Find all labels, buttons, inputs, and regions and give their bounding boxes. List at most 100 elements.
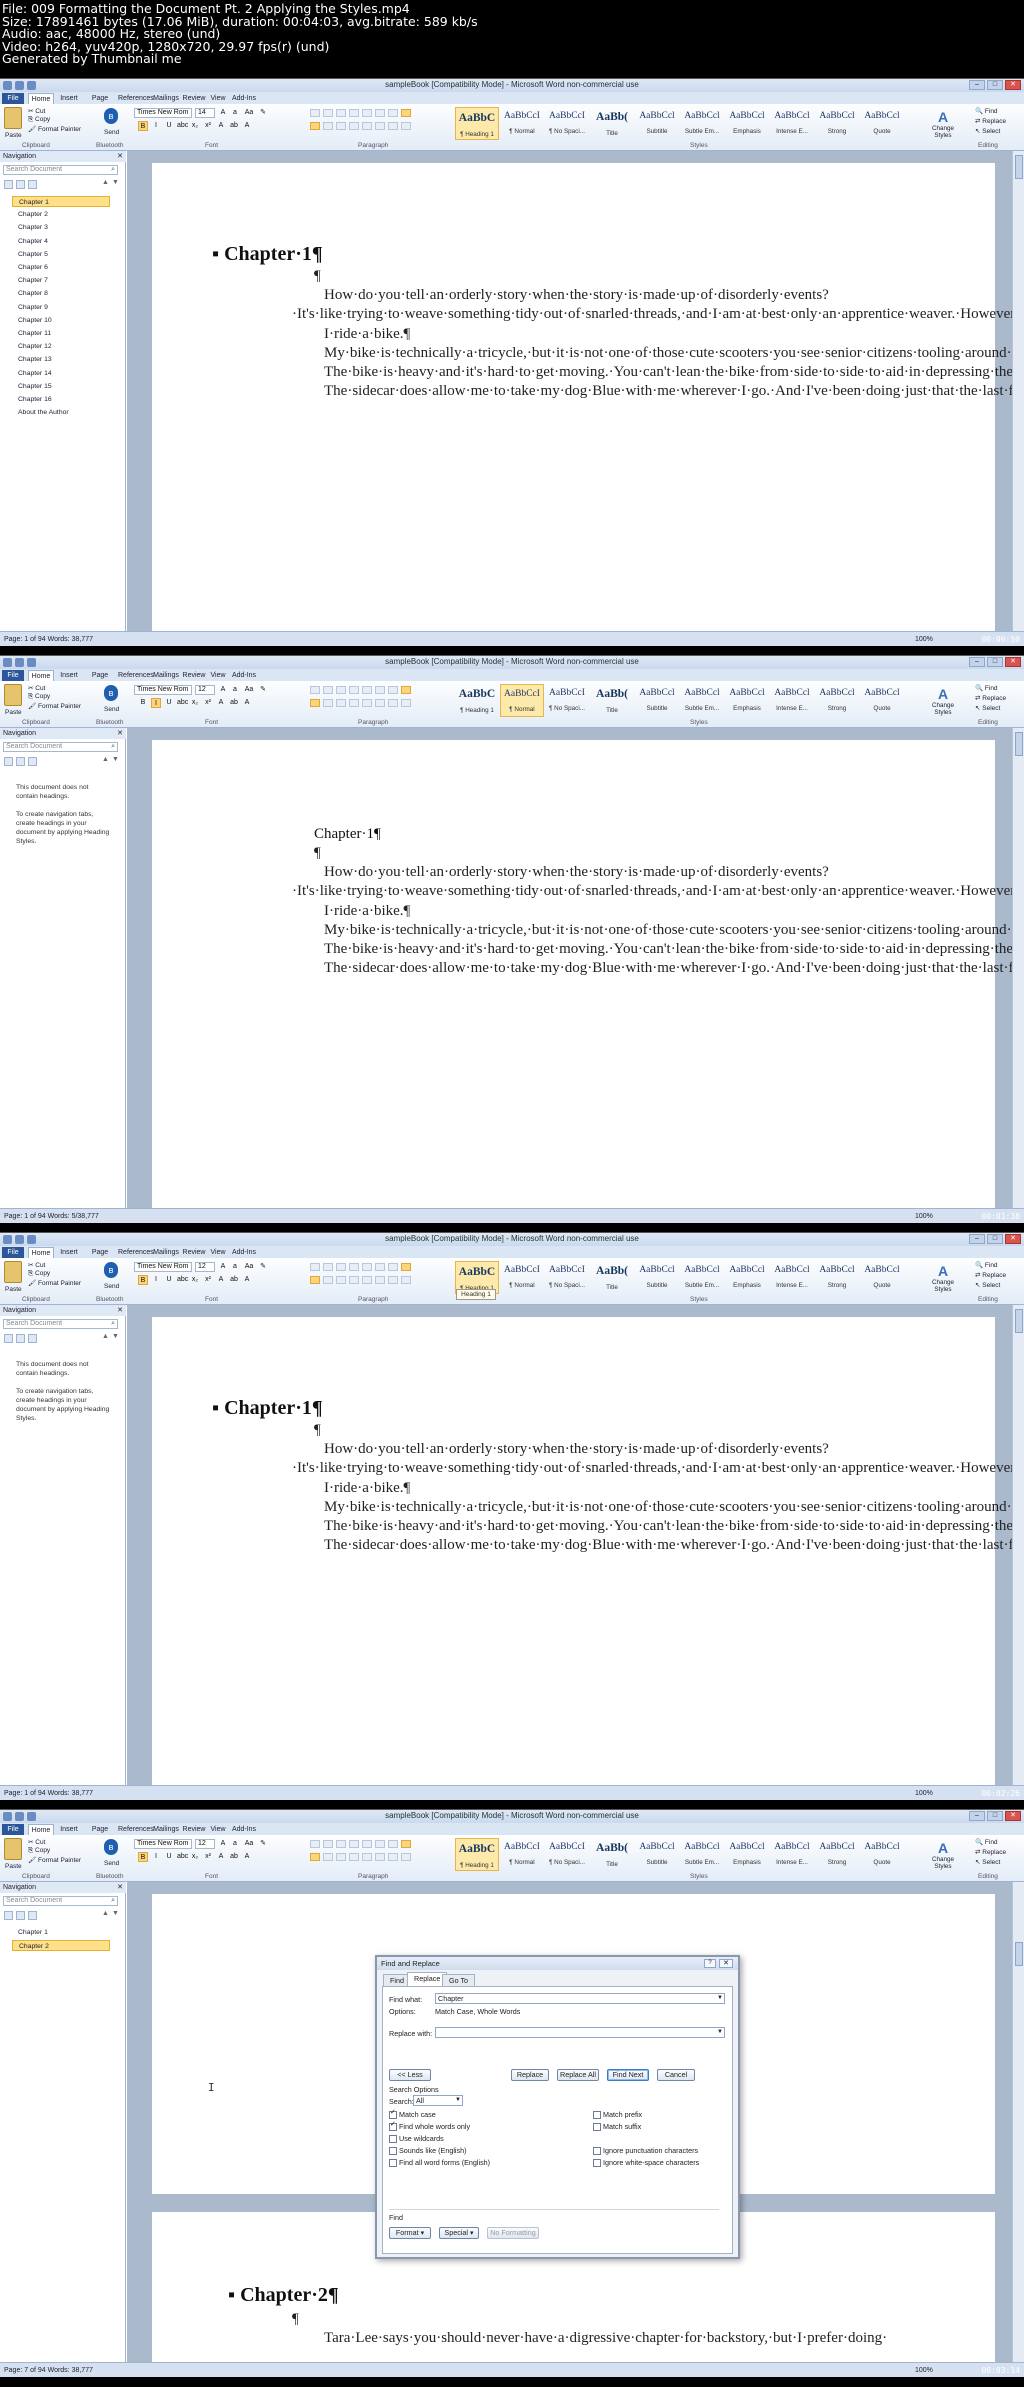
text-effects-button[interactable]: A bbox=[216, 698, 226, 708]
paragraph-tool-0-7[interactable] bbox=[401, 109, 411, 117]
bold-button[interactable]: B bbox=[138, 698, 148, 708]
nav-search-input[interactable]: Search Document ⌕ bbox=[3, 165, 118, 175]
paragraph-tool-1-4[interactable] bbox=[362, 122, 372, 130]
change-styles-button[interactable]: A Change Styles bbox=[932, 109, 954, 139]
font-color-button[interactable]: A bbox=[242, 1852, 252, 1862]
underline-button[interactable]: U bbox=[164, 1852, 174, 1862]
paragraph-tool-1-5[interactable] bbox=[375, 1276, 385, 1284]
browse-results-icon[interactable] bbox=[28, 1334, 37, 1343]
tab-view[interactable]: View bbox=[208, 1824, 228, 1835]
shrink-font-icon[interactable]: a bbox=[230, 1262, 240, 1272]
paragraph-tool-0-7[interactable] bbox=[401, 1840, 411, 1848]
tab-references[interactable]: References bbox=[118, 1824, 154, 1835]
tab-references[interactable]: References bbox=[118, 670, 154, 681]
style-title[interactable]: AaBb(Title bbox=[590, 1261, 634, 1294]
tab-file[interactable]: File bbox=[2, 93, 24, 104]
close-nav-icon[interactable]: ✕ bbox=[117, 151, 123, 162]
clear-format-icon[interactable]: ✎ bbox=[258, 1839, 268, 1849]
nav-prev-icon[interactable]: ▲ bbox=[102, 1333, 110, 1342]
style-subtle-em[interactable]: AaBbCcl Subtle Em... bbox=[680, 107, 724, 140]
no-formatting-button[interactable]: No Formatting bbox=[487, 2227, 539, 2239]
grow-font-icon[interactable]: A bbox=[218, 1262, 228, 1272]
change-case-icon[interactable]: Aa bbox=[244, 685, 254, 695]
paragraph-tool-0-3[interactable] bbox=[349, 109, 359, 117]
tab-page-layout[interactable]: Page Layout bbox=[84, 670, 116, 690]
browse-results-icon[interactable] bbox=[28, 180, 37, 189]
close-nav-icon[interactable]: ✕ bbox=[117, 1882, 123, 1893]
cut-button[interactable]: ✂ Cut bbox=[28, 1838, 45, 1846]
cut-button[interactable]: ✂ Cut bbox=[28, 1261, 45, 1269]
clear-format-icon[interactable]: ✎ bbox=[258, 685, 268, 695]
browse-results-icon[interactable] bbox=[28, 1911, 37, 1920]
nav-heading-item[interactable]: Chapter 3 bbox=[12, 222, 110, 233]
select-button[interactable]: ↖ Select bbox=[975, 127, 1000, 135]
bluetooth-icon[interactable]: ʙ bbox=[104, 1262, 118, 1278]
paragraph-tool-1-7[interactable] bbox=[401, 122, 411, 130]
font-name-box[interactable]: Times New Rom bbox=[134, 1262, 192, 1272]
tab-add-ins[interactable]: Add-Ins bbox=[230, 93, 258, 104]
zoom-level[interactable]: 100% bbox=[915, 1209, 933, 1223]
close-button[interactable]: ✕ bbox=[1005, 657, 1021, 667]
search-icon[interactable]: ⌕ bbox=[111, 1320, 115, 1328]
tab-review[interactable]: Review bbox=[182, 93, 206, 104]
checkbox-find-whole-words-only[interactable]: Find whole words only bbox=[389, 2120, 470, 2131]
style-intense-e[interactable]: AaBbCcl Intense E... bbox=[770, 107, 814, 140]
paragraph-tool-1-0[interactable] bbox=[310, 1853, 320, 1861]
browse-pages-icon[interactable] bbox=[16, 1334, 25, 1343]
paragraph-tool-1-1[interactable] bbox=[323, 699, 333, 707]
font-size-box[interactable]: 12 bbox=[195, 685, 215, 695]
select-button[interactable]: ↖ Select bbox=[975, 1281, 1000, 1289]
tab-review[interactable]: Review bbox=[182, 1247, 206, 1258]
paragraph-tool-0-0[interactable] bbox=[310, 686, 320, 694]
paragraph-tool-0-1[interactable] bbox=[323, 1263, 333, 1271]
tab-view[interactable]: View bbox=[208, 93, 228, 104]
scrollbar-thumb[interactable] bbox=[1015, 732, 1023, 756]
replace-button[interactable]: Replace bbox=[511, 2069, 549, 2081]
style-heading-1[interactable]: AaBbC ¶ Heading 1 bbox=[455, 107, 499, 140]
tab-insert[interactable]: Insert bbox=[56, 670, 82, 681]
tab-review[interactable]: Review bbox=[182, 670, 206, 681]
find-what-input[interactable]: Chapter ▼ bbox=[435, 1993, 725, 2004]
paragraph-tool-0-0[interactable] bbox=[310, 1840, 320, 1848]
underline-button[interactable]: U bbox=[164, 1275, 174, 1285]
format-painter-button[interactable]: 🖌 Format Painter bbox=[28, 1279, 81, 1287]
style-emphasis[interactable]: AaBbCcl Emphasis bbox=[725, 1261, 769, 1294]
style-subtitle[interactable]: AaBbCcl Subtitle bbox=[635, 1838, 679, 1871]
strike-button[interactable]: abc bbox=[177, 1275, 188, 1285]
search-icon[interactable]: ⌕ bbox=[111, 743, 115, 751]
paragraph-tool-1-1[interactable] bbox=[323, 122, 333, 130]
bluetooth-icon[interactable]: ʙ bbox=[104, 108, 118, 124]
paragraph-tool-0-2[interactable] bbox=[336, 1840, 346, 1848]
paragraph-tool-0-1[interactable] bbox=[323, 1840, 333, 1848]
search-direction-select[interactable]: All ▼ bbox=[413, 2095, 463, 2106]
paragraph-tool-1-7[interactable] bbox=[401, 1853, 411, 1861]
tab-insert[interactable]: Insert bbox=[56, 1247, 82, 1258]
zoom-level[interactable]: 100% bbox=[915, 1786, 933, 1800]
font-size-box[interactable]: 14 bbox=[195, 108, 215, 118]
checkbox-match-prefix[interactable]: Match prefix bbox=[593, 2110, 642, 2119]
replace-with-input[interactable]: ▼ bbox=[435, 2027, 725, 2038]
superscript-button[interactable]: x² bbox=[203, 1275, 213, 1285]
bluetooth-send-button[interactable]: Send bbox=[104, 706, 119, 713]
grow-font-icon[interactable]: A bbox=[218, 108, 228, 118]
nav-heading-item[interactable]: Chapter 6 bbox=[12, 262, 110, 273]
change-case-icon[interactable]: Aa bbox=[244, 1262, 254, 1272]
font-color-button[interactable]: A bbox=[242, 121, 252, 131]
bluetooth-icon[interactable]: ʙ bbox=[104, 1839, 118, 1855]
tab-view[interactable]: View bbox=[208, 1247, 228, 1258]
close-button[interactable]: ✕ bbox=[1005, 1811, 1021, 1821]
bluetooth-send-button[interactable]: Send bbox=[104, 1283, 119, 1290]
format-painter-button[interactable]: 🖌 Format Painter bbox=[28, 1856, 81, 1864]
underline-button[interactable]: U bbox=[164, 121, 174, 131]
highlight-button[interactable]: ab bbox=[229, 1275, 239, 1285]
format-painter-button[interactable]: 🖌 Format Painter bbox=[28, 702, 81, 710]
paragraph-tool-0-4[interactable] bbox=[362, 109, 372, 117]
paste-icon[interactable] bbox=[4, 107, 22, 129]
nav-search-input[interactable]: Search Document ⌕ bbox=[3, 1319, 118, 1329]
browse-pages-icon[interactable] bbox=[16, 180, 25, 189]
paragraph-tool-1-6[interactable] bbox=[388, 1853, 398, 1861]
underline-button[interactable]: U bbox=[164, 698, 174, 708]
tab-add-ins[interactable]: Add-Ins bbox=[230, 1247, 258, 1258]
checkbox-ignore-white-space-characters[interactable]: Ignore white-space characters bbox=[593, 2158, 699, 2167]
paragraph-tool-0-3[interactable] bbox=[349, 686, 359, 694]
